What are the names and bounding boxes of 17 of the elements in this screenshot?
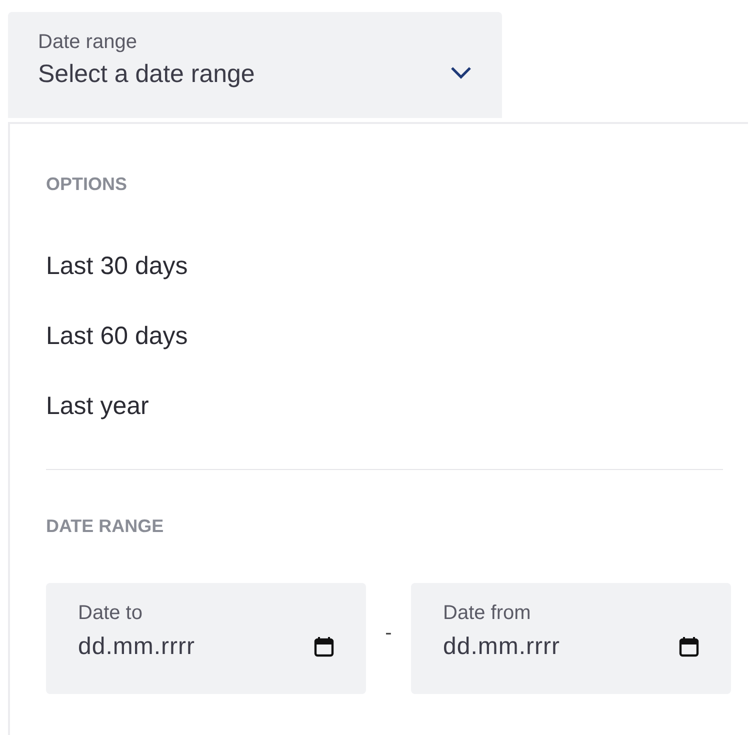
option-item[interactable]: Last year: [46, 389, 748, 423]
field-label: Date from: [443, 601, 531, 626]
option-item[interactable]: Last 60 days: [46, 319, 748, 353]
calendar-icon[interactable]: [679, 636, 699, 658]
select-label: Date range: [38, 30, 138, 55]
date-placeholder: dd.mm.rrrr: [443, 633, 560, 661]
date-field[interactable]: Date to dd.mm.rrrr: [46, 583, 366, 694]
option-item[interactable]: Last 30 days: [46, 249, 748, 283]
select-placeholder: Select a date range: [38, 59, 255, 90]
range-separator: -: [384, 622, 393, 645]
field-label: Date to: [78, 601, 142, 626]
section-heading: DATE RANGE: [46, 516, 165, 537]
calendar-icon[interactable]: [314, 636, 334, 658]
section-heading: OPTIONS: [46, 174, 128, 195]
date-field[interactable]: Date from dd.mm.rrrr: [411, 583, 731, 694]
date-range-select[interactable]: Date range Select a date range: [8, 12, 502, 118]
date-placeholder: dd.mm.rrrr: [78, 633, 195, 661]
